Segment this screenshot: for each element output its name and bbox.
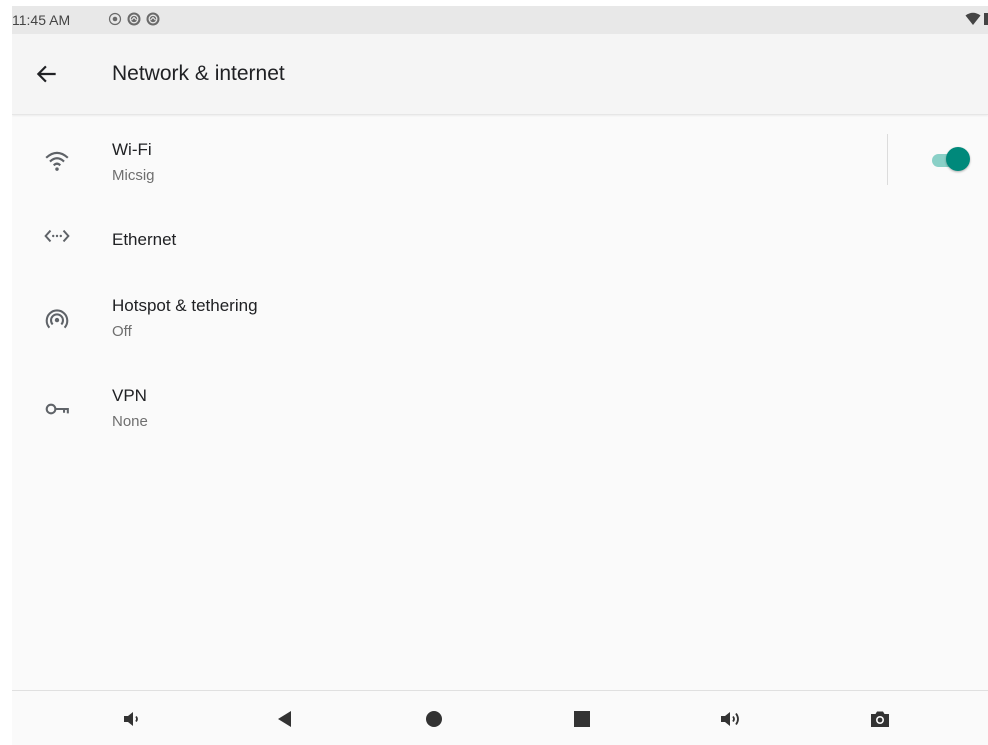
record-icon bbox=[108, 12, 122, 26]
status-time: 11:45 AM bbox=[12, 12, 71, 28]
recents-square-icon[interactable] bbox=[570, 707, 594, 731]
status-bar: 11:45 AM bbox=[12, 6, 988, 34]
hotspot-row[interactable]: Hotspot & tethering Off bbox=[12, 276, 988, 356]
wifi-title: Wi-Fi bbox=[112, 140, 152, 159]
ethernet-title: Ethernet bbox=[112, 230, 177, 249]
settings-screen: 11:45 AM Network & internet Wi-Fi Micsig… bbox=[12, 6, 988, 745]
home-circle-icon[interactable] bbox=[422, 707, 446, 731]
screenshot-camera-icon[interactable] bbox=[868, 707, 892, 731]
arrow-back-icon[interactable] bbox=[34, 61, 60, 87]
wifi-toggle[interactable] bbox=[930, 147, 972, 173]
wifi-subtitle: Micsig bbox=[112, 167, 155, 184]
app-notification-icon bbox=[146, 12, 160, 26]
navigation-bar bbox=[12, 690, 988, 745]
page-title: Network & internet bbox=[112, 62, 285, 85]
toggle-thumb bbox=[946, 147, 970, 171]
vpn-key-icon bbox=[45, 403, 69, 415]
wifi-signal-icon bbox=[965, 12, 981, 25]
toggle-divider bbox=[887, 134, 888, 185]
volume-up-icon[interactable] bbox=[719, 707, 743, 731]
app-bar: Network & internet bbox=[12, 34, 988, 115]
app-notification-icon bbox=[127, 12, 141, 26]
wifi-icon bbox=[45, 151, 69, 171]
ethernet-icon bbox=[44, 229, 70, 243]
vpn-title: VPN bbox=[112, 386, 147, 405]
wifi-row[interactable]: Wi-Fi Micsig bbox=[12, 122, 988, 198]
back-triangle-icon[interactable] bbox=[273, 707, 297, 731]
status-notification-icons bbox=[108, 12, 160, 26]
hotspot-subtitle: Off bbox=[112, 323, 132, 340]
vpn-row[interactable]: VPN None bbox=[12, 368, 988, 444]
battery-icon bbox=[984, 13, 988, 25]
status-system-icons bbox=[965, 12, 988, 26]
hotspot-icon bbox=[45, 309, 69, 329]
ethernet-row[interactable]: Ethernet bbox=[12, 206, 988, 266]
hotspot-title: Hotspot & tethering bbox=[112, 296, 258, 315]
vpn-subtitle: None bbox=[112, 413, 148, 430]
volume-down-icon[interactable] bbox=[120, 707, 144, 731]
